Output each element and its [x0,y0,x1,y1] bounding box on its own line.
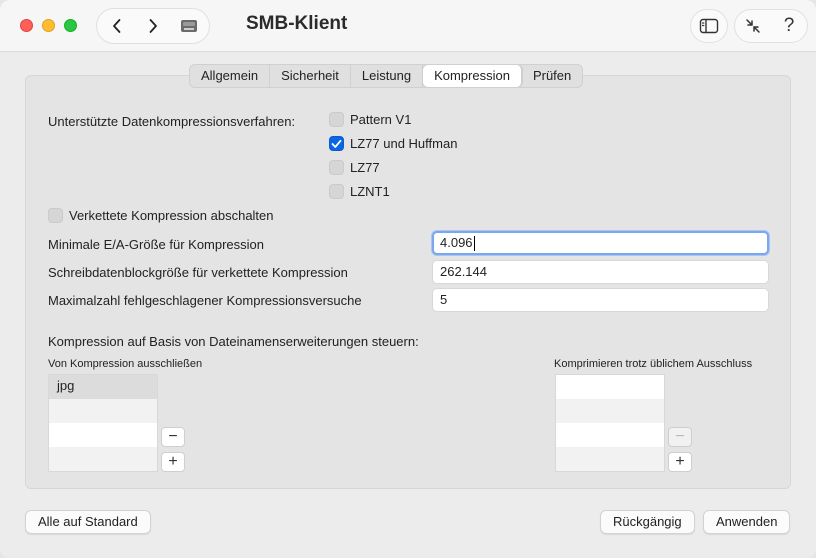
reset-all-button[interactable]: Alle auf Standard [25,510,151,534]
tab-allgemein[interactable]: Allgemein [190,65,271,87]
list-item-empty [49,423,157,447]
max-failed-attempts-field[interactable]: 5 [432,288,769,312]
chained-block-size-label: Schreibdatenblockgröße für verkettete Ko… [48,265,348,280]
zoom-window-button[interactable] [64,19,77,32]
list-item-empty [49,399,157,423]
minimize-window-button[interactable] [42,19,55,32]
chevron-left-icon [113,19,121,33]
method-lz77[interactable]: LZ77 [329,160,380,175]
list-item-empty [556,399,664,423]
list-item-empty [49,447,157,471]
method-pattern-v1[interactable]: Pattern V1 [329,112,411,127]
tab-pruefen[interactable]: Prüfen [522,65,582,87]
method-lz77-huffman[interactable]: LZ77 und Huffman [329,136,457,151]
include-remove-button[interactable]: − [668,427,692,447]
apply-button[interactable]: Anwenden [703,510,791,534]
network-drive-button[interactable] [171,9,207,43]
include-list-label: Komprimieren trotz üblichem Ausschluss [554,358,753,370]
exclude-add-button[interactable]: + [161,452,185,472]
checkbox[interactable] [48,208,63,223]
close-window-button[interactable] [20,19,33,32]
sidebar-toggle-button[interactable] [690,9,728,43]
checkbox[interactable] [329,112,344,127]
min-io-size-label: Minimale E/A-Größe für Kompression [48,237,265,252]
tab-bar: Allgemein Sicherheit Leistung Kompressio… [189,64,584,88]
help-icon: ? [783,15,795,36]
sidebar-icon [699,18,719,34]
include-add-button[interactable]: + [668,452,692,472]
method-lznt1[interactable]: LZNT1 [329,184,390,199]
chevron-right-icon [149,19,157,33]
list-item-empty [556,423,664,447]
extensions-label: Kompression auf Basis von Dateinamenserw… [48,334,419,349]
exclude-list-label: Von Kompression ausschließen [48,358,203,370]
shrink-button[interactable] [735,10,771,42]
max-failed-attempts-label: Maximalzahl fehlgeschlagener Kompression… [48,293,362,308]
window-title: SMB-Klient [246,13,348,34]
list-item[interactable]: jpg [49,375,157,399]
chained-block-size-field[interactable]: 262.144 [432,260,769,284]
toolbar-right-group: ? [734,9,808,43]
forward-button[interactable] [135,9,171,43]
undo-button[interactable]: Rückgängig [600,510,695,534]
text-caret [473,236,475,252]
checkbox[interactable] [329,160,344,175]
main-content: Allgemein Sicherheit Leistung Kompressio… [6,52,810,552]
checkbox-label: Pattern V1 [350,112,412,127]
disable-chained-compression[interactable]: Verkettete Kompression abschalten [48,208,274,223]
list-item-empty [556,447,664,471]
back-button[interactable] [99,9,135,43]
tab-kompression[interactable]: Kompression [423,65,522,87]
app-window: SMB-Klient ? Allgemein Sicherheit Leistu… [0,0,816,558]
checkmark-icon [331,139,342,148]
network-drive-icon [181,20,197,32]
methods-label: Unterstützte Datenkompressionsverfahren: [48,114,296,129]
field-value: 4.096 [440,235,473,250]
list-item-empty [556,375,664,399]
checkbox-label: LZ77 [350,160,380,175]
checkbox[interactable] [329,184,344,199]
tab-leistung[interactable]: Leistung [351,65,424,87]
include-list[interactable] [555,374,665,472]
checkbox-label: Verkettete Kompression abschalten [69,208,274,223]
checkbox-label: LZ77 und Huffman [350,136,458,151]
arrows-inward-icon [746,19,760,33]
navigation-group [96,8,210,44]
help-button[interactable]: ? [771,10,807,42]
exclude-list[interactable]: jpg [48,374,158,472]
checkbox-checked[interactable] [329,136,344,151]
exclude-remove-button[interactable]: − [161,427,185,447]
min-io-size-field[interactable]: 4.096 [432,231,769,255]
tab-sicherheit[interactable]: Sicherheit [270,65,351,87]
titlebar: SMB-Klient ? [0,0,816,52]
checkbox-label: LZNT1 [350,184,390,199]
